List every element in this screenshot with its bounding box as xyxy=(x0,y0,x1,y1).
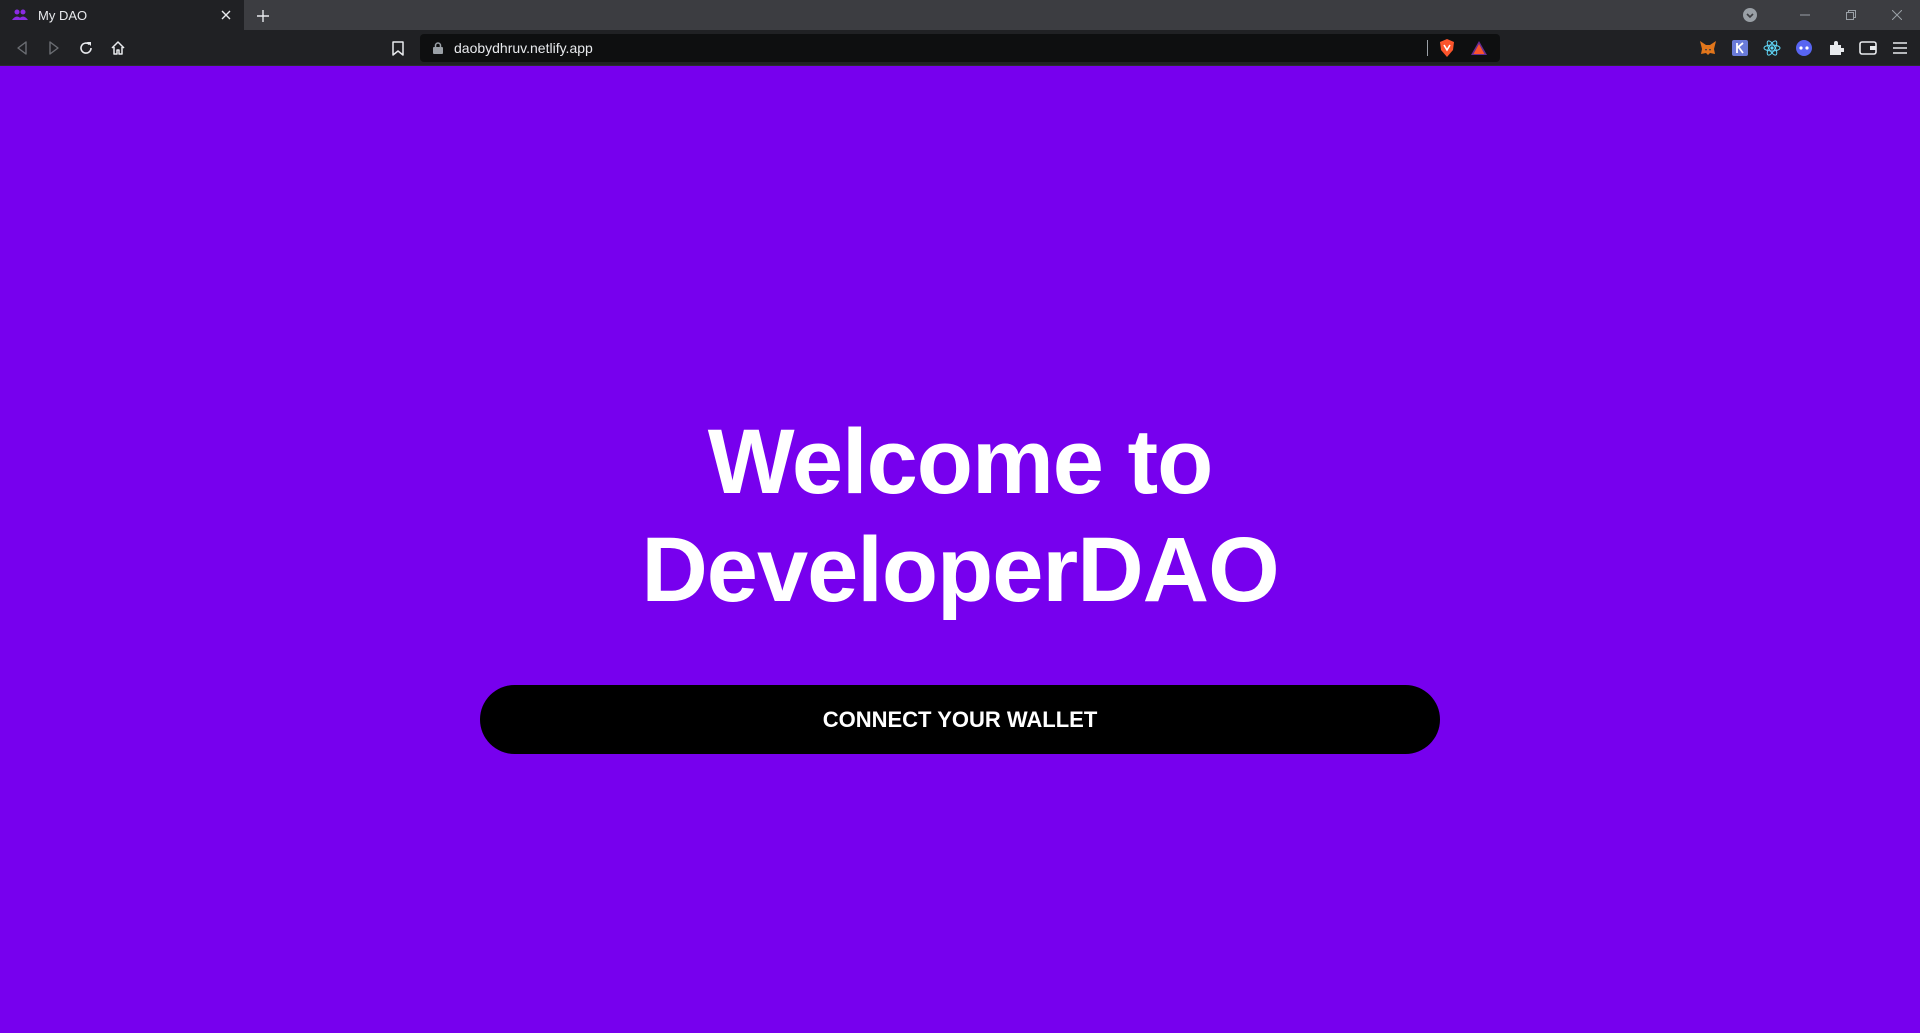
extensions-area xyxy=(1688,36,1912,60)
brave-rewards-icon[interactable] xyxy=(1468,37,1490,59)
forward-icon[interactable] xyxy=(42,36,66,60)
window-close-icon[interactable] xyxy=(1874,0,1920,30)
title-line-2: DeveloperDAO xyxy=(641,519,1279,621)
gamepad-extension-icon[interactable] xyxy=(1792,36,1816,60)
back-icon[interactable] xyxy=(10,36,34,60)
wallet-icon[interactable] xyxy=(1856,36,1880,60)
address-bar[interactable]: daobydhruv.netlify.app xyxy=(420,34,1500,62)
close-icon[interactable] xyxy=(218,7,234,23)
page-content: Welcome to DeveloperDAO CONNECT YOUR WAL… xyxy=(0,66,1920,1033)
title-line-1: Welcome to xyxy=(707,411,1214,513)
tab-search-icon[interactable] xyxy=(1740,5,1760,25)
window-controls xyxy=(1740,0,1920,30)
brave-shields-icon[interactable] xyxy=(1436,37,1458,59)
puzzle-extensions-icon[interactable] xyxy=(1824,36,1848,60)
k-extension-icon[interactable] xyxy=(1728,36,1752,60)
minimize-icon[interactable] xyxy=(1782,0,1828,30)
new-tab-button[interactable] xyxy=(252,5,274,27)
tab-title: My DAO xyxy=(38,7,88,23)
page-title: Welcome to DeveloperDAO xyxy=(0,408,1920,624)
home-icon[interactable] xyxy=(106,36,130,60)
restore-icon[interactable] xyxy=(1828,0,1874,30)
metamask-fox-icon[interactable] xyxy=(1696,36,1720,60)
browser-toolbar: daobydhruv.netlify.app xyxy=(0,30,1920,66)
omnibox-divider xyxy=(1427,40,1428,56)
connect-wallet-button[interactable]: CONNECT YOUR WALLET xyxy=(480,685,1440,754)
people-group-icon xyxy=(12,7,28,23)
url-text: daobydhruv.netlify.app xyxy=(454,40,593,56)
bookmark-icon[interactable] xyxy=(386,36,410,60)
react-devtools-icon[interactable] xyxy=(1760,36,1784,60)
tab-my-dao[interactable]: My DAO xyxy=(0,0,244,30)
reload-icon[interactable] xyxy=(74,36,98,60)
menu-icon[interactable] xyxy=(1888,36,1912,60)
lock-icon[interactable] xyxy=(430,40,446,56)
tab-strip: My DAO xyxy=(0,0,1920,30)
